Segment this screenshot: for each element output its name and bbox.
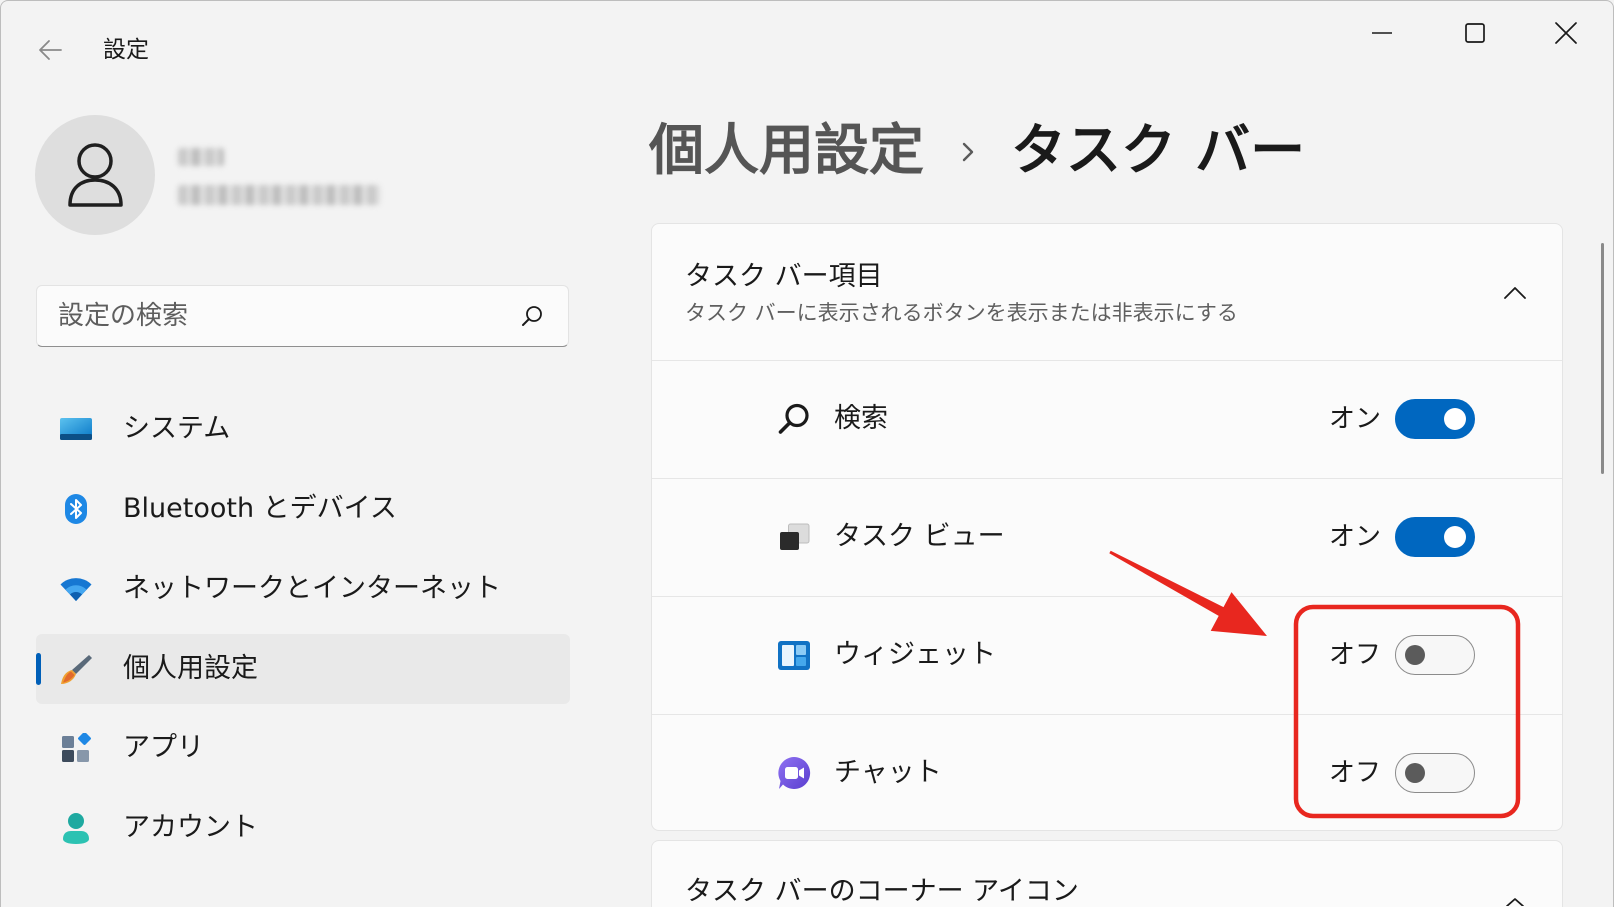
chevron-up-icon[interactable] xyxy=(1504,898,1526,906)
breadcrumb-parent[interactable]: 個人用設定 xyxy=(649,117,924,183)
minimize-icon xyxy=(1372,32,1392,34)
settings-window: 設定 設定の検索 システム Bluetooth とデバイス ネットワークとインタ… xyxy=(0,0,1614,907)
account-icon xyxy=(58,793,94,863)
sidebar-item-bluetooth[interactable]: Bluetooth とデバイス xyxy=(36,474,570,544)
widgets-toggle[interactable] xyxy=(1395,635,1475,675)
section-title: タスク バー項目 xyxy=(685,261,883,292)
setting-row-search: 検索 オン xyxy=(652,360,1562,478)
corner-icons-expander-header[interactable]: タスク バーのコーナー アイコン xyxy=(651,840,1563,907)
sidebar-item-label: アカウント xyxy=(123,812,258,843)
toggle-knob xyxy=(1444,525,1466,548)
setting-row-chat: チャット オフ xyxy=(652,714,1562,832)
back-arrow-icon xyxy=(39,40,62,60)
toggle-knob xyxy=(1405,644,1425,665)
avatar[interactable] xyxy=(35,115,155,235)
setting-label: チャット xyxy=(834,757,942,788)
paintbrush-icon xyxy=(58,634,94,704)
taskbar-items-expander-header[interactable]: タスク バー項目 タスク バーに表示されるボタンを表示または非表示にする xyxy=(652,224,1562,360)
sidebar-item-label: 個人用設定 xyxy=(123,653,258,684)
window-title: 設定 xyxy=(103,37,149,63)
search-input[interactable] xyxy=(37,286,507,346)
toggle-state-text: オン xyxy=(1329,522,1382,552)
sidebar-item-label: アプリ xyxy=(123,732,204,763)
sidebar-item-label: システム xyxy=(123,413,231,444)
sidebar-item-apps[interactable]: アプリ xyxy=(36,713,570,783)
setting-row-widgets: ウィジェット オフ xyxy=(652,596,1562,714)
close-button[interactable] xyxy=(1520,1,1612,65)
bluetooth-icon xyxy=(58,474,94,544)
close-icon xyxy=(1555,22,1577,44)
system-icon xyxy=(58,394,94,464)
profile-email-redacted xyxy=(178,185,380,205)
setting-label: ウィジェット xyxy=(834,639,996,670)
wifi-icon xyxy=(58,554,94,624)
taskbar-items-card: タスク バー項目 タスク バーに表示されるボタンを表示または非表示にする 検索 … xyxy=(651,223,1563,831)
section-subtitle: タスク バーに表示されるボタンを表示または非表示にする xyxy=(685,301,1238,325)
toggle-state-text: オフ xyxy=(1329,758,1382,788)
chevron-up-icon[interactable] xyxy=(1504,286,1526,299)
minimize-button[interactable] xyxy=(1336,1,1428,65)
search-box[interactable] xyxy=(36,285,569,347)
toggle-knob xyxy=(1444,407,1466,430)
selection-indicator xyxy=(36,653,41,685)
section-title: タスク バーのコーナー アイコン xyxy=(685,876,1079,907)
task-view-toggle[interactable] xyxy=(1395,517,1475,557)
chat-icon xyxy=(775,715,813,831)
person-icon xyxy=(68,143,123,207)
profile-name-redacted xyxy=(178,148,224,166)
setting-label: タスク ビュー xyxy=(834,521,1005,552)
task-view-icon xyxy=(775,479,813,595)
toggle-knob xyxy=(1405,762,1425,783)
toggle-state-text: オフ xyxy=(1329,640,1382,670)
chat-toggle[interactable] xyxy=(1395,753,1475,793)
back-button[interactable] xyxy=(31,31,69,69)
maximize-icon xyxy=(1465,23,1485,43)
chevron-right-icon xyxy=(962,142,974,162)
search-icon[interactable] xyxy=(521,305,543,327)
search-toggle[interactable] xyxy=(1395,399,1475,439)
maximize-button[interactable] xyxy=(1429,1,1521,65)
scrollbar-thumb[interactable] xyxy=(1601,243,1604,474)
apps-icon xyxy=(58,713,94,783)
sidebar-item-label: ネットワークとインターネット xyxy=(123,573,501,604)
sidebar-item-personalization[interactable]: 個人用設定 xyxy=(36,634,570,704)
search-icon xyxy=(775,361,813,477)
sidebar-item-network[interactable]: ネットワークとインターネット xyxy=(36,554,570,624)
page-title: タスク バー xyxy=(1011,118,1306,182)
setting-label: 検索 xyxy=(834,403,888,434)
setting-row-task-view: タスク ビュー オン xyxy=(652,478,1562,596)
toggle-state-text: オン xyxy=(1329,404,1382,434)
widgets-icon xyxy=(775,597,813,713)
sidebar-item-system[interactable]: システム xyxy=(36,394,570,464)
sidebar-item-label: Bluetooth とデバイス xyxy=(123,493,397,524)
sidebar-item-accounts[interactable]: アカウント xyxy=(36,793,570,863)
